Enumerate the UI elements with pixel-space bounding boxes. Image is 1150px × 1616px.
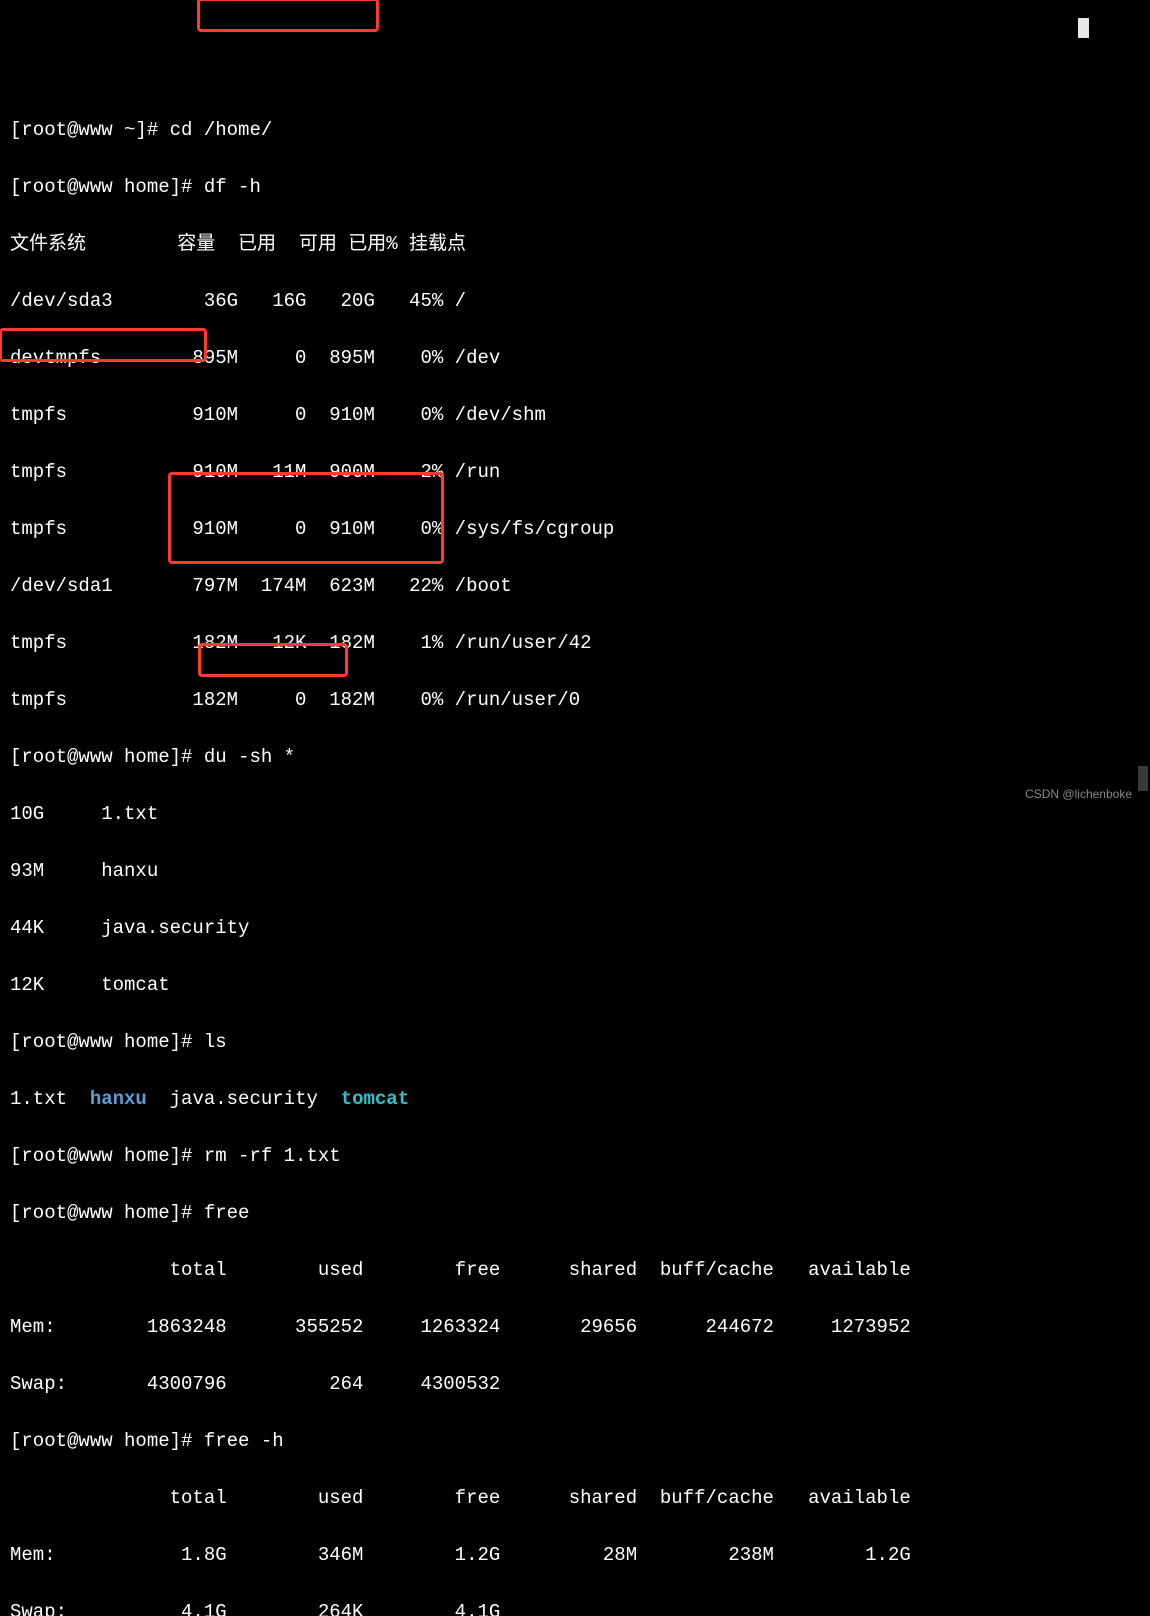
df-row: tmpfs 182M 12K 182M 1% /run/user/42: [10, 629, 1140, 658]
ls-dir-tomcat: tomcat: [341, 1088, 409, 1110]
scrollbar-track[interactable]: [1136, 0, 1150, 808]
highlight-box-df: [197, 0, 379, 32]
df-row: tmpfs 910M 0 910M 0% /dev/shm: [10, 401, 1140, 430]
scrollbar-thumb[interactable]: [1138, 766, 1148, 791]
df-row: tmpfs 910M 11M 900M 2% /run: [10, 458, 1140, 487]
df-row: tmpfs 182M 0 182M 0% /run/user/0: [10, 686, 1140, 715]
df-row: /dev/sda1 797M 174M 623M 22% /boot: [10, 572, 1140, 601]
free-header: total used free shared buff/cache availa…: [10, 1256, 1140, 1285]
du-row: 93M hanxu: [10, 857, 1140, 886]
term-line-freeh: [root@www home]# free -h: [10, 1427, 1140, 1456]
ls-file: java.security: [147, 1088, 341, 1110]
df-row: tmpfs 910M 0 910M 0% /sys/fs/cgroup: [10, 515, 1140, 544]
term-line-free: [root@www home]# free: [10, 1199, 1140, 1228]
freeh-row-mem: Mem: 1.8G 346M 1.2G 28M 238M 1.2G: [10, 1541, 1140, 1570]
ls-file: 1.txt: [10, 1088, 90, 1110]
term-line-ls: [root@www home]# ls: [10, 1028, 1140, 1057]
term-line-df: [root@www home]# df -h: [10, 173, 1140, 202]
term-line-du: [root@www home]# du -sh *: [10, 743, 1140, 772]
freeh-header: total used free shared buff/cache availa…: [10, 1484, 1140, 1513]
term-line-rm: [root@www home]# rm -rf 1.txt: [10, 1142, 1140, 1171]
ls-output: 1.txt hanxu java.security tomcat: [10, 1085, 1140, 1114]
df-header: 文件系统 容量 已用 可用 已用% 挂载点: [10, 230, 1140, 259]
df-row: /dev/sda3 36G 16G 20G 45% /: [10, 287, 1140, 316]
watermark-text: CSDN @lichenboke: [1025, 785, 1132, 803]
free-row-swap: Swap: 4300796 264 4300532: [10, 1370, 1140, 1399]
ls-dir-hanxu: hanxu: [90, 1088, 147, 1110]
du-row: 12K tomcat: [10, 971, 1140, 1000]
term-line: [root@www ~]# cd /home/: [10, 116, 1140, 145]
du-row: 10G 1.txt: [10, 800, 1140, 829]
du-row: 44K java.security: [10, 914, 1140, 943]
freeh-row-swap: Swap: 4.1G 264K 4.1G: [10, 1598, 1140, 1616]
scrollbar-indicator-icon: [1078, 18, 1089, 38]
free-row-mem: Mem: 1863248 355252 1263324 29656 244672…: [10, 1313, 1140, 1342]
df-row: devtmpfs 895M 0 895M 0% /dev: [10, 344, 1140, 373]
